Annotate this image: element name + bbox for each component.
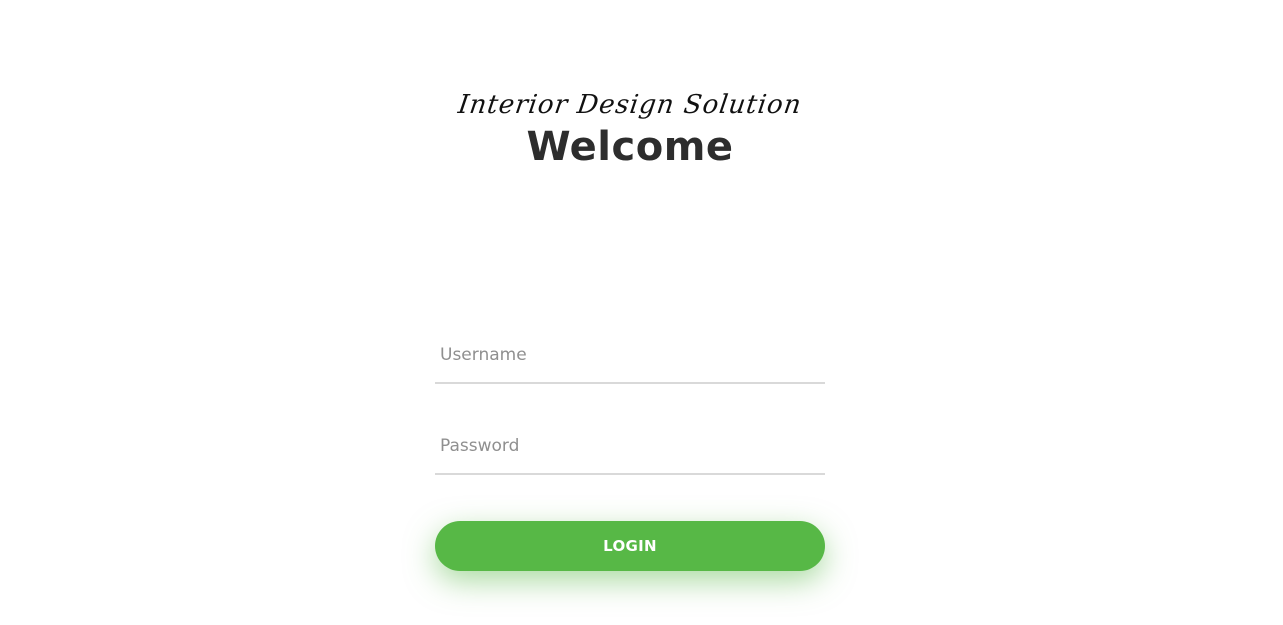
page-title: Welcome [526, 124, 734, 170]
password-input[interactable] [435, 421, 825, 471]
brand-tagline: Interior Design Solution [456, 90, 804, 120]
login-form: LOGIN [435, 330, 825, 571]
password-field-wrapper [435, 421, 825, 475]
login-button[interactable]: LOGIN [435, 521, 825, 571]
username-input[interactable] [435, 330, 825, 380]
username-field-wrapper [435, 330, 825, 384]
login-page: Interior Design Solution Welcome LOGIN [0, 0, 1283, 625]
